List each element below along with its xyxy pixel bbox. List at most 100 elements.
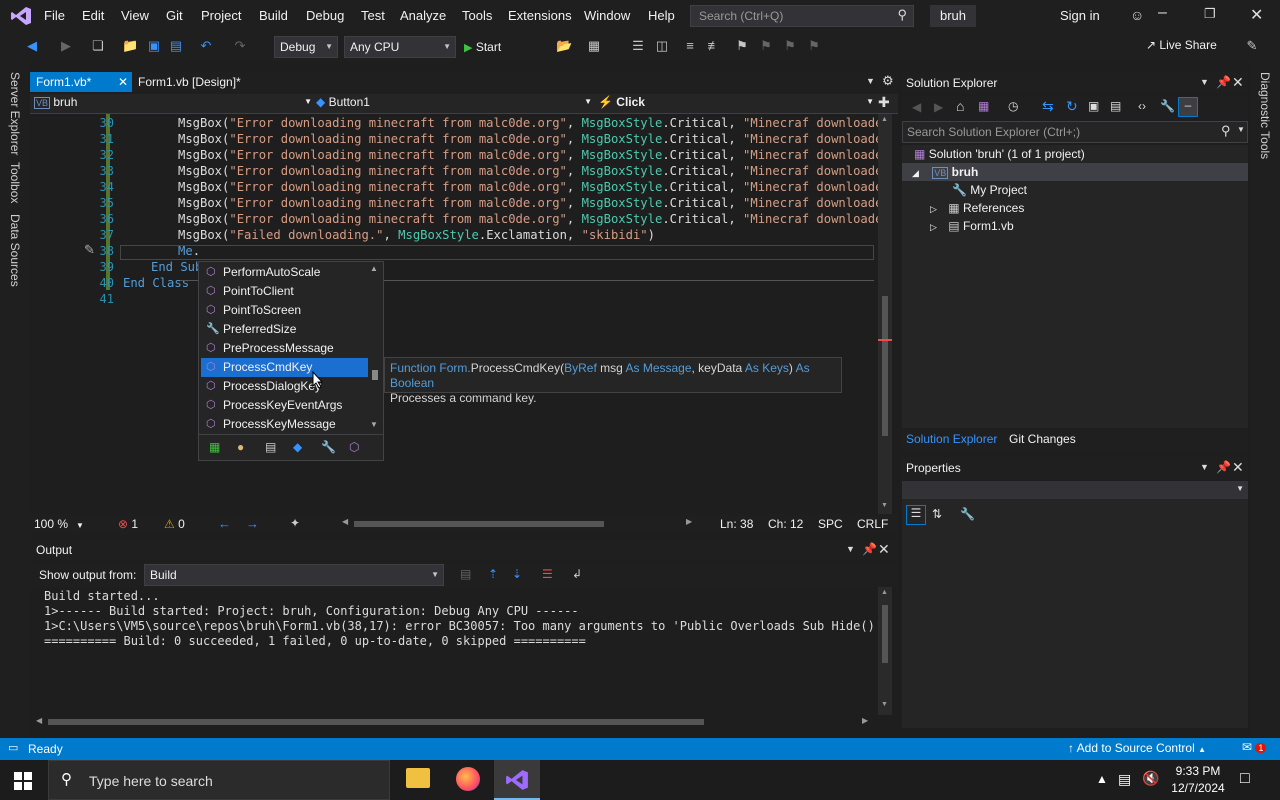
properties-object-dropdown[interactable]: ▼ bbox=[902, 481, 1248, 499]
new-project-icon[interactable]: ❏ bbox=[90, 38, 106, 54]
server-explorer-tab[interactable]: Server Explorer bbox=[8, 72, 22, 155]
close-tab-icon[interactable]: ✕ bbox=[118, 72, 128, 92]
code-cleanup-icon[interactable]: ✦ bbox=[290, 516, 300, 530]
panel-menu-icon[interactable]: ▼ bbox=[846, 544, 855, 554]
zoom-dropdown[interactable]: 100 % ▼ bbox=[34, 517, 92, 531]
align-icon[interactable]: ☰ bbox=[630, 38, 646, 54]
properties-wrench-icon[interactable]: 🔧 bbox=[1160, 99, 1175, 113]
pin-icon[interactable]: 📌 bbox=[862, 542, 877, 556]
scroll-thumb[interactable] bbox=[48, 719, 704, 725]
scroll-thumb[interactable] bbox=[882, 605, 888, 663]
account-icon[interactable]: ☺ bbox=[1130, 7, 1144, 23]
split-editor-icon[interactable]: ✚ bbox=[878, 94, 890, 111]
add-source-control-button[interactable]: ↑ Add to Source Control ▲ bbox=[1068, 741, 1206, 755]
scroll-up-icon[interactable]: ▲ bbox=[370, 264, 378, 273]
switch-views-icon[interactable]: ▦ bbox=[978, 99, 989, 113]
scroll-thumb[interactable] bbox=[372, 370, 378, 380]
code-editor[interactable]: 30 MsgBox("Error downloading minecraft fr… bbox=[30, 114, 898, 514]
panel-menu-icon[interactable]: ▼ bbox=[1200, 77, 1209, 87]
file-explorer-taskbar-button[interactable] bbox=[400, 764, 436, 796]
next-message-icon[interactable]: ⇣ bbox=[512, 567, 522, 581]
tab-form1-design[interactable]: Form1.vb [Design]* bbox=[132, 72, 282, 92]
minimize-icon[interactable]: – bbox=[1158, 4, 1167, 22]
completion-scrollbar[interactable]: ▲ ▼ bbox=[369, 264, 381, 432]
tab-overflow-icon[interactable]: ▼ bbox=[866, 76, 875, 86]
completion-item[interactable]: 🔧 PreferredSize bbox=[201, 320, 368, 339]
filter-enums-icon[interactable]: ▤ bbox=[265, 440, 276, 454]
completion-item[interactable]: ⬡ PerformAutoScale bbox=[201, 263, 368, 282]
home-icon[interactable]: ⌂ bbox=[956, 98, 964, 114]
scroll-down-icon[interactable]: ▼ bbox=[370, 420, 378, 429]
completion-item[interactable]: ⬡ ProcessCmdKey bbox=[201, 358, 368, 377]
visual-studio-taskbar-button[interactable] bbox=[494, 760, 540, 800]
redo-icon[interactable]: ↷ bbox=[232, 38, 248, 54]
editor-horizontal-scrollbar[interactable]: ◀ ▶ bbox=[342, 517, 694, 530]
object-dropdown[interactable]: ◆ Button1 ▼ bbox=[316, 95, 592, 112]
scroll-left-icon[interactable]: ◀ bbox=[36, 716, 42, 725]
view-code-icon[interactable]: ‹› bbox=[1138, 99, 1146, 113]
property-pages-icon[interactable]: 🔧 bbox=[960, 507, 975, 521]
output-horizontal-scrollbar[interactable]: ◀ ▶ bbox=[34, 716, 872, 728]
taskbar-date[interactable]: 12/7/2024 bbox=[1166, 781, 1230, 795]
notifications-button[interactable]: ✉ 1 bbox=[1242, 740, 1267, 754]
save-all-icon[interactable]: ▤ bbox=[168, 38, 184, 54]
pending-changes-icon[interactable]: ◷ bbox=[1008, 99, 1018, 113]
completion-item[interactable]: ⬡ ProcessKeyEventArgs bbox=[201, 396, 368, 415]
scroll-thumb[interactable] bbox=[354, 521, 604, 527]
scroll-up-icon[interactable]: ▲ bbox=[881, 116, 888, 123]
menu-file[interactable]: File bbox=[44, 8, 65, 23]
close-icon[interactable]: ✕ bbox=[878, 541, 890, 558]
open-folder-icon[interactable]: 📁 bbox=[122, 38, 138, 54]
sync-icon[interactable]: ⇆ bbox=[1042, 98, 1054, 115]
start-button[interactable]: ▶ Start bbox=[464, 37, 524, 57]
menu-extensions[interactable]: Extensions bbox=[508, 8, 572, 23]
solution-search-box[interactable]: Search Solution Explorer (Ctrl+;) ⚲ ▼ bbox=[902, 121, 1248, 143]
forward-icon[interactable]: ▶ bbox=[934, 100, 943, 114]
tree-item-form1[interactable]: ▷ ▤ Form1.vb bbox=[930, 217, 1014, 235]
project-dropdown[interactable]: VB bruh ▼ bbox=[34, 95, 312, 112]
completion-item[interactable]: ⬡ PointToClient bbox=[201, 282, 368, 301]
uncomment-icon[interactable]: ≢ bbox=[706, 38, 722, 54]
menu-debug[interactable]: Debug bbox=[306, 8, 344, 23]
sign-in-link[interactable]: Sign in bbox=[1060, 8, 1100, 23]
previous-message-icon[interactable]: ⇡ bbox=[488, 567, 498, 581]
restore-icon[interactable]: ❐ bbox=[1204, 6, 1216, 22]
taskbar-search-box[interactable]: ⚲ Type here to search bbox=[48, 760, 390, 800]
menu-project[interactable]: Project bbox=[201, 8, 241, 23]
close-icon[interactable]: ✕ bbox=[1232, 459, 1244, 476]
clear-bookmark-icon[interactable]: ⚑ bbox=[806, 38, 822, 54]
scroll-left-icon[interactable]: ◀ bbox=[342, 517, 348, 526]
menu-tools[interactable]: Tools bbox=[462, 8, 492, 23]
scroll-thumb[interactable] bbox=[882, 296, 888, 436]
collapse-all-icon[interactable]: ▣ bbox=[1088, 99, 1099, 113]
word-wrap-icon[interactable]: ↲ bbox=[572, 567, 582, 581]
scroll-down-icon[interactable]: ▼ bbox=[881, 502, 888, 509]
quick-action-icon[interactable]: ✎ bbox=[84, 242, 95, 258]
back-icon[interactable]: ◀ bbox=[24, 38, 40, 54]
column-indicator[interactable]: Ch: 12 bbox=[768, 517, 803, 531]
menu-view[interactable]: View bbox=[121, 8, 149, 23]
chevron-down-icon[interactable]: ▼ bbox=[1237, 125, 1245, 134]
error-count-button[interactable]: ⊗ 1 bbox=[118, 517, 138, 531]
close-icon[interactable]: ✕ bbox=[1250, 5, 1263, 25]
menu-git[interactable]: Git bbox=[166, 8, 183, 23]
tray-overflow-icon[interactable]: ▲ bbox=[1096, 772, 1108, 786]
tree-item-my-project[interactable]: 🔧 My Project bbox=[952, 181, 1027, 199]
screenshot-icon[interactable]: ▦ bbox=[586, 38, 602, 54]
warning-count-button[interactable]: ⚠ 0 bbox=[164, 517, 185, 531]
tab-git-changes[interactable]: Git Changes bbox=[1009, 432, 1076, 446]
categorized-icon[interactable]: ☰ bbox=[906, 505, 926, 525]
pin-icon[interactable]: 📌 bbox=[1216, 460, 1231, 474]
scroll-down-icon[interactable]: ▼ bbox=[881, 701, 888, 708]
comment-icon[interactable]: ≡ bbox=[682, 38, 698, 54]
pin-icon[interactable]: 📌 bbox=[1216, 75, 1231, 89]
close-icon[interactable]: ✕ bbox=[1232, 74, 1244, 91]
completion-item[interactable]: ⬡ ProcessKeyMessage bbox=[201, 415, 368, 434]
intellisense-completion-list[interactable]: ⬡ PerformAutoScale ⬡ PointToClient ⬡ PointToS… bbox=[198, 261, 384, 461]
filter-methods-icon[interactable]: ⬡ bbox=[349, 440, 359, 454]
folder-icon[interactable]: 📂 bbox=[556, 38, 572, 54]
live-share-button[interactable]: ↗ Live Share bbox=[1146, 38, 1217, 52]
firefox-taskbar-button[interactable] bbox=[450, 764, 486, 796]
filter-classes-icon[interactable]: ● bbox=[237, 440, 244, 454]
tree-item-solution[interactable]: ▦ Solution 'bruh' (1 of 1 project) bbox=[914, 145, 1085, 163]
